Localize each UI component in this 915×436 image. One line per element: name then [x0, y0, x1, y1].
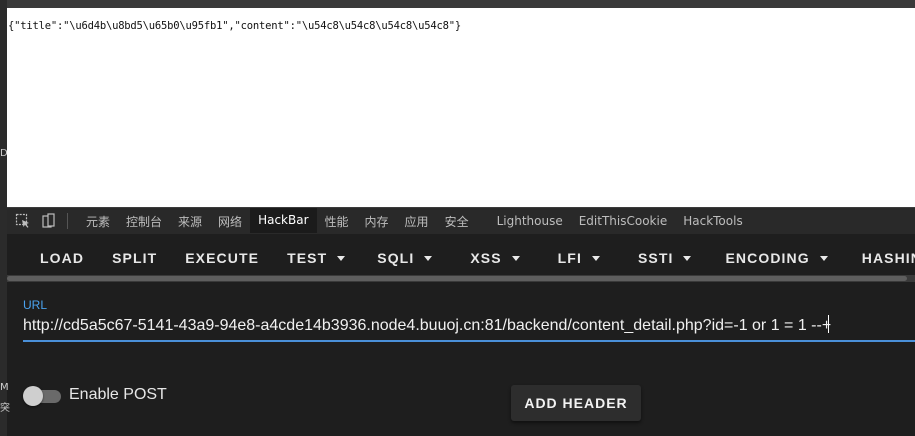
text-cursor [828, 315, 829, 333]
tab-hackbar[interactable]: HackBar [250, 207, 317, 235]
toggle-knob [23, 386, 43, 406]
tab-lighthouse[interactable]: Lighthouse [489, 208, 571, 235]
tab-sources[interactable]: 来源 [170, 208, 210, 235]
sqli-button-label: SQLI [377, 250, 415, 266]
element-picker-icon[interactable] [13, 211, 33, 231]
tab-elements[interactable]: 元素 [78, 208, 118, 235]
encoding-button-label: ENCODING [725, 250, 810, 266]
add-header-button[interactable]: ADD HEADER [511, 385, 641, 421]
tab-security[interactable]: 安全 [437, 208, 477, 235]
tab-performance[interactable]: 性能 [317, 208, 357, 235]
hashing-button-label: HASHING [861, 250, 915, 266]
tab-editthiscookie[interactable]: EditThisCookie [571, 208, 676, 235]
tab-application[interactable]: 应用 [397, 208, 437, 235]
split-button-label: SPLIT [112, 250, 158, 266]
caret-down-icon [511, 255, 520, 261]
caret-down-icon [591, 255, 600, 261]
scrollbar-thumb[interactable] [7, 276, 907, 281]
execute-button-label: EXECUTE [185, 250, 260, 266]
tab-console[interactable]: 控制台 [118, 208, 170, 235]
devtools-tab-strip: 元素 控制台 来源 网络 HackBar 性能 内存 应用 安全 Lightho… [7, 207, 915, 235]
tab-memory[interactable]: 内存 [357, 208, 397, 235]
caret-down-icon [337, 255, 346, 261]
enable-post-label: Enable POST [69, 386, 167, 403]
test-button-label: TEST [287, 250, 328, 266]
toolbar-scrollbar[interactable] [7, 275, 915, 282]
tab-network[interactable]: 网络 [210, 208, 250, 235]
xss-button-label: XSS [470, 250, 502, 266]
caret-down-icon [683, 255, 692, 261]
enable-post-toggle[interactable] [23, 386, 61, 406]
ssti-button-label: SSTI [637, 250, 674, 266]
left-fragment-text: 突 [0, 403, 10, 414]
browser-top-bar [7, 0, 915, 8]
page-content: {"title":"\u6d4b\u8bd5\u65b0\u95fb1","co… [7, 8, 915, 207]
device-toolbar-icon[interactable] [39, 211, 59, 231]
background-window-strip: D M 突 [0, 0, 10, 436]
caret-down-icon [819, 255, 828, 261]
toolbar-divider [67, 213, 68, 229]
lfi-button-label: LFI [557, 250, 582, 266]
load-button-label: LOAD [40, 250, 85, 266]
left-fragment-text: M [0, 382, 9, 393]
url-input[interactable] [23, 312, 915, 342]
tab-hacktools[interactable]: HackTools [675, 208, 750, 235]
caret-down-icon [424, 255, 433, 261]
json-response-text: {"title":"\u6d4b\u8bd5\u65b0\u95fb1","co… [8, 20, 461, 32]
url-label: URL [23, 298, 48, 312]
